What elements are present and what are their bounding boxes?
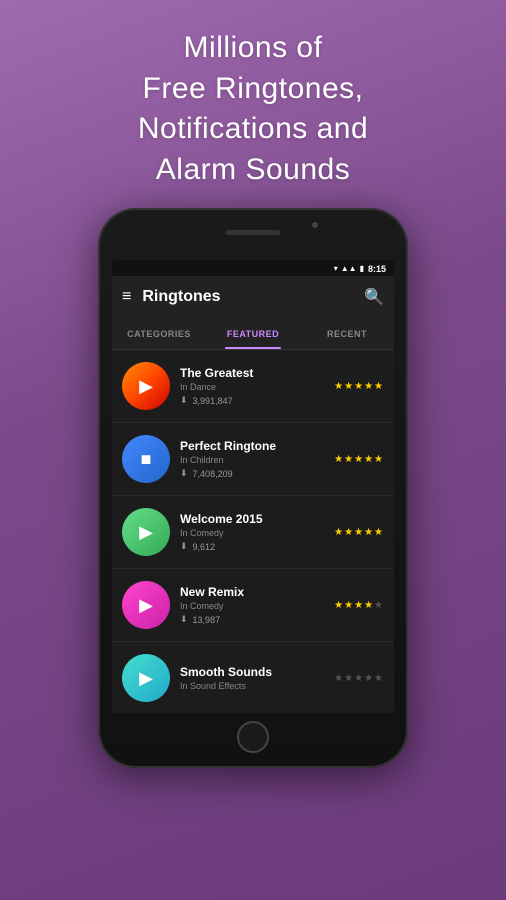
play-icon: ■: [141, 449, 152, 470]
star-filled: ★: [344, 381, 354, 392]
star-rating: ★★★★★: [334, 381, 384, 392]
star-filled: ★: [334, 527, 344, 538]
song-title: The Greatest: [180, 366, 324, 380]
list-item[interactable]: ▶ New Remix In Comedy ⬇ 13,987 ★★★★★: [112, 569, 394, 642]
download-count: 7,408,209: [193, 469, 233, 479]
phone-screen: ▾ ▲▲ ▮ 8:15 ≡ Ringtones 🔍 CATEGORIES FEA…: [112, 260, 394, 713]
star-filled: ★: [354, 454, 364, 465]
star-empty: ★: [374, 600, 384, 611]
song-info: Welcome 2015 In Comedy ⬇ 9,612: [180, 512, 324, 552]
song-category: In Dance: [180, 382, 324, 392]
star-filled: ★: [354, 600, 364, 611]
song-category: In Children: [180, 455, 324, 465]
song-thumbnail[interactable]: ▶: [122, 654, 170, 702]
search-icon[interactable]: 🔍: [364, 287, 384, 307]
phone-home-button[interactable]: [237, 721, 269, 753]
tabs-bar: CATEGORIES FEATURED RECENT: [112, 318, 394, 350]
play-icon: ▶: [139, 376, 153, 397]
tab-featured[interactable]: FEATURED: [206, 318, 300, 349]
star-empty: ★: [344, 673, 354, 684]
battery-icon: ▮: [360, 264, 364, 273]
star-filled: ★: [334, 454, 344, 465]
song-info: Perfect Ringtone In Children ⬇ 7,408,209: [180, 439, 324, 479]
song-info: Smooth Sounds In Sound Effects: [180, 665, 324, 691]
song-rating: ★★★★★: [334, 673, 384, 684]
song-thumbnail[interactable]: ■: [122, 435, 170, 483]
star-filled: ★: [334, 600, 344, 611]
star-filled: ★: [364, 454, 374, 465]
app-title: Ringtones: [142, 288, 364, 306]
song-category: In Comedy: [180, 528, 324, 538]
song-rating: ★★★★★: [334, 600, 384, 611]
song-title: Smooth Sounds: [180, 665, 324, 679]
star-filled: ★: [354, 381, 364, 392]
star-rating: ★★★★★: [334, 673, 384, 684]
phone-camera: [312, 222, 318, 228]
song-info: The Greatest In Dance ⬇ 3,991,847: [180, 366, 324, 406]
hero-line4: Alarm Sounds: [138, 150, 368, 191]
star-rating: ★★★★★: [334, 527, 384, 538]
song-rating: ★★★★★: [334, 454, 384, 465]
hero-text: Millions of Free Ringtones, Notification…: [138, 28, 368, 190]
song-title: New Remix: [180, 585, 324, 599]
list-item[interactable]: ■ Perfect Ringtone In Children ⬇ 7,408,2…: [112, 423, 394, 496]
song-thumbnail[interactable]: ▶: [122, 508, 170, 556]
play-icon: ▶: [139, 595, 153, 616]
star-filled: ★: [344, 527, 354, 538]
wifi-icon: ▾: [334, 264, 338, 273]
status-bar: ▾ ▲▲ ▮ 8:15: [112, 260, 394, 276]
song-title: Perfect Ringtone: [180, 439, 324, 453]
star-filled: ★: [354, 527, 364, 538]
tab-categories[interactable]: CATEGORIES: [112, 318, 206, 349]
song-category: In Sound Effects: [180, 681, 324, 691]
star-empty: ★: [334, 673, 344, 684]
download-icon: ⬇: [180, 468, 188, 479]
tab-recent[interactable]: RECENT: [300, 318, 394, 349]
star-filled: ★: [374, 527, 384, 538]
star-filled: ★: [364, 600, 374, 611]
hero-line3: Notifications and: [138, 109, 368, 150]
song-thumbnail[interactable]: ▶: [122, 362, 170, 410]
download-icon: ⬇: [180, 614, 188, 625]
star-empty: ★: [354, 673, 364, 684]
signal-icon: ▲▲: [341, 264, 357, 273]
star-rating: ★★★★★: [334, 454, 384, 465]
menu-icon[interactable]: ≡: [122, 288, 130, 306]
star-filled: ★: [334, 381, 344, 392]
star-empty: ★: [364, 673, 374, 684]
song-rating: ★★★★★: [334, 381, 384, 392]
song-info: New Remix In Comedy ⬇ 13,987: [180, 585, 324, 625]
download-icon: ⬇: [180, 541, 188, 552]
play-icon: ▶: [139, 522, 153, 543]
play-icon: ▶: [139, 668, 153, 689]
list-item[interactable]: ▶ Smooth Sounds In Sound Effects ★★★★★: [112, 642, 394, 713]
hero-line2: Free Ringtones,: [138, 69, 368, 110]
list-item[interactable]: ▶ Welcome 2015 In Comedy ⬇ 9,612 ★★★★★: [112, 496, 394, 569]
star-rating: ★★★★★: [334, 600, 384, 611]
status-time: 8:15: [368, 264, 386, 274]
download-count: 13,987: [193, 615, 221, 625]
status-icons: ▾ ▲▲ ▮: [334, 264, 364, 273]
list-item[interactable]: ▶ The Greatest In Dance ⬇ 3,991,847 ★★★★…: [112, 350, 394, 423]
phone-speaker: [226, 230, 281, 235]
song-title: Welcome 2015: [180, 512, 324, 526]
song-rating: ★★★★★: [334, 527, 384, 538]
song-category: In Comedy: [180, 601, 324, 611]
download-count: 9,612: [193, 542, 216, 552]
star-filled: ★: [374, 381, 384, 392]
song-list: ▶ The Greatest In Dance ⬇ 3,991,847 ★★★★…: [112, 350, 394, 713]
download-count: 3,991,847: [193, 396, 233, 406]
hero-line1: Millions of: [138, 28, 368, 69]
download-icon: ⬇: [180, 395, 188, 406]
star-filled: ★: [344, 600, 354, 611]
star-filled: ★: [374, 454, 384, 465]
star-filled: ★: [344, 454, 354, 465]
star-empty: ★: [374, 673, 384, 684]
star-filled: ★: [364, 527, 374, 538]
song-thumbnail[interactable]: ▶: [122, 581, 170, 629]
app-bar: ≡ Ringtones 🔍: [112, 276, 394, 318]
phone-mockup: ▾ ▲▲ ▮ 8:15 ≡ Ringtones 🔍 CATEGORIES FEA…: [98, 208, 408, 768]
star-filled: ★: [364, 381, 374, 392]
